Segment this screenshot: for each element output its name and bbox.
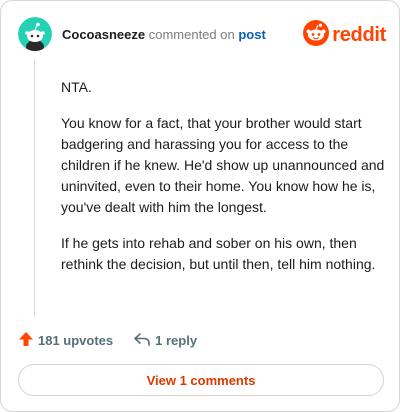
comment-paragraph: If he gets into rehab and sober on his o… [61,235,376,272]
upvote-arrow-icon [18,331,38,350]
comment-meta: Cocoasneeze commented on post [62,27,266,42]
reply-arrow-icon [133,331,155,350]
username[interactable]: Cocoasneeze [62,27,145,42]
commented-on-text: commented on [148,26,235,42]
comment-body: NTA. You know for a fact, that your brot… [61,77,391,290]
comment-paragraph: You know for a fact, that your brother w… [61,115,385,215]
reddit-wordmark: reddit [332,24,386,46]
comment-actions: 181 upvotes 1 reply [18,331,197,350]
comment-header: Cocoasneeze commented on post reddit [18,17,386,51]
thread-line [34,59,35,317]
post-link[interactable]: post [238,27,265,42]
view-comments-button[interactable]: View 1 comments [18,364,384,396]
comment-paragraph: NTA. [61,79,92,95]
user-avatar-icon[interactable] [18,17,52,51]
reply-button[interactable]: 1 reply [133,331,197,350]
comment-embed-card: Cocoasneeze commented on post reddit NTA… [0,0,400,412]
upvote-button[interactable]: 181 upvotes [18,331,113,350]
reply-count: 1 reply [155,333,198,348]
upvote-count: 181 upvotes [38,333,114,348]
reddit-logo[interactable]: reddit [303,20,386,51]
reddit-snoo-icon [303,20,330,51]
